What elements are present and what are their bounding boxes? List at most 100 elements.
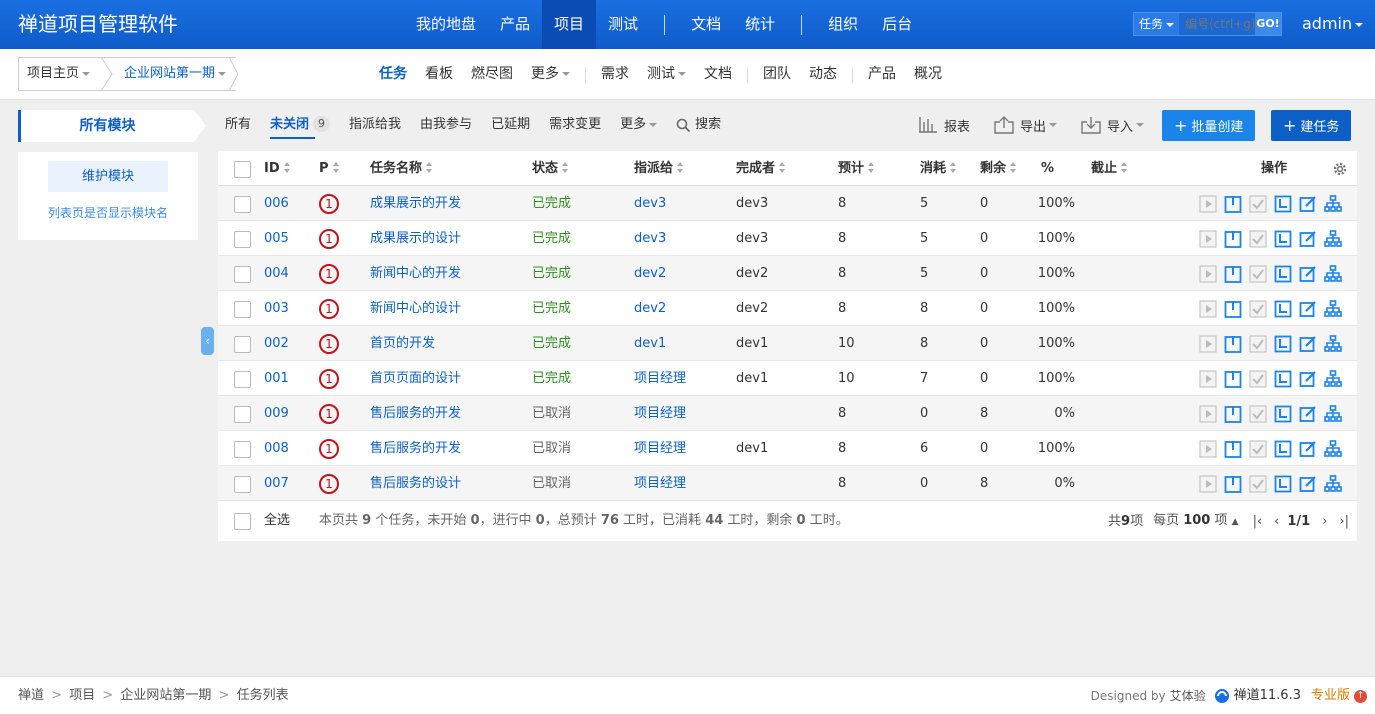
- search-type-select[interactable]: 任务: [1134, 13, 1179, 35]
- cell-assigned[interactable]: dev2: [634, 256, 666, 291]
- cell-assigned[interactable]: dev1: [634, 326, 666, 361]
- cell-assigned[interactable]: dev3: [634, 221, 666, 256]
- col-deadline[interactable]: 截止: [1091, 151, 1128, 186]
- start-icon[interactable]: [1195, 263, 1220, 284]
- export-button[interactable]: 导出: [994, 116, 1058, 135]
- create-task-button[interactable]: + 建任务: [1271, 110, 1352, 141]
- nav-product[interactable]: 产品: [488, 0, 542, 49]
- close-task-icon[interactable]: [1270, 263, 1295, 284]
- finish-icon[interactable]: [1245, 263, 1270, 284]
- tab-more[interactable]: 更多: [522, 49, 579, 100]
- edit-icon[interactable]: [1295, 438, 1320, 459]
- filter-unclosed[interactable]: 未关闭 9: [263, 108, 342, 142]
- subtask-icon[interactable]: [1320, 193, 1345, 214]
- cell-name[interactable]: 成果展示的设计: [370, 221, 461, 256]
- finish-icon[interactable]: [1245, 473, 1270, 494]
- row-checkbox[interactable]: [234, 476, 251, 493]
- edit-icon[interactable]: [1295, 193, 1320, 214]
- start-icon[interactable]: [1195, 298, 1220, 319]
- edit-icon[interactable]: [1295, 298, 1320, 319]
- close-task-icon[interactable]: [1270, 193, 1295, 214]
- module-tree-title[interactable]: 所有模块: [18, 110, 206, 142]
- record-hours-icon[interactable]: [1220, 193, 1245, 214]
- cell-name[interactable]: 首页的开发: [370, 326, 435, 361]
- select-all-label[interactable]: 全选: [264, 501, 290, 541]
- cell-id[interactable]: 009: [264, 396, 289, 431]
- cell-name[interactable]: 首页页面的设计: [370, 361, 461, 396]
- batch-create-button[interactable]: + 批量创建: [1162, 110, 1256, 141]
- subtask-icon[interactable]: [1320, 438, 1345, 459]
- cell-name[interactable]: 成果展示的开发: [370, 186, 461, 221]
- tab-overview[interactable]: 概况: [905, 49, 951, 100]
- maintain-module-button[interactable]: 维护模块: [48, 161, 168, 192]
- cell-id[interactable]: 003: [264, 291, 289, 326]
- close-task-icon[interactable]: [1270, 403, 1295, 424]
- col-pri[interactable]: P: [319, 151, 340, 186]
- record-hours-icon[interactable]: [1220, 438, 1245, 459]
- filter-story-changed[interactable]: 需求变更: [542, 108, 613, 142]
- close-task-icon[interactable]: [1270, 368, 1295, 389]
- close-task-icon[interactable]: [1270, 298, 1295, 319]
- start-icon[interactable]: [1195, 333, 1220, 354]
- nav-doc[interactable]: 文档: [679, 0, 733, 49]
- start-icon[interactable]: [1195, 438, 1220, 459]
- edit-icon[interactable]: [1295, 403, 1320, 424]
- finish-icon[interactable]: [1245, 193, 1270, 214]
- cell-id[interactable]: 006: [264, 186, 289, 221]
- sidebar-toggle[interactable]: ‹: [201, 327, 214, 355]
- col-status[interactable]: 状态: [532, 151, 569, 186]
- designer-link[interactable]: 艾体验: [1170, 677, 1206, 714]
- subtask-icon[interactable]: [1320, 473, 1345, 494]
- breadcrumb-project-name[interactable]: 企业网站第一期: [120, 688, 211, 703]
- col-estimate[interactable]: 预计: [838, 151, 875, 186]
- nav-my[interactable]: 我的地盘: [404, 0, 488, 49]
- first-page-icon[interactable]: |‹: [1253, 502, 1263, 542]
- row-checkbox[interactable]: [234, 196, 251, 213]
- select-all-checkbox[interactable]: [234, 513, 251, 530]
- tab-kanban[interactable]: 看板: [416, 49, 462, 100]
- start-icon[interactable]: [1195, 368, 1220, 389]
- select-all-checkbox-header[interactable]: [234, 161, 251, 178]
- start-icon[interactable]: [1195, 403, 1220, 424]
- filter-all[interactable]: 所有: [218, 108, 263, 142]
- row-checkbox[interactable]: [234, 266, 251, 283]
- nav-company[interactable]: 组织: [816, 0, 870, 49]
- col-id[interactable]: ID: [264, 151, 291, 186]
- cell-id[interactable]: 005: [264, 221, 289, 256]
- filter-involved[interactable]: 由我参与: [413, 108, 484, 142]
- start-icon[interactable]: [1195, 473, 1220, 494]
- tab-task[interactable]: 任务: [370, 49, 416, 100]
- close-task-icon[interactable]: [1270, 333, 1295, 354]
- col-left[interactable]: 剩余: [980, 151, 1017, 186]
- finish-icon[interactable]: [1245, 298, 1270, 319]
- finish-icon[interactable]: [1245, 438, 1270, 459]
- tab-team[interactable]: 团队: [754, 49, 800, 100]
- row-checkbox[interactable]: [234, 301, 251, 318]
- subtask-icon[interactable]: [1320, 263, 1345, 284]
- filter-more[interactable]: 更多: [613, 108, 669, 142]
- record-hours-icon[interactable]: [1220, 473, 1245, 494]
- edit-icon[interactable]: [1295, 263, 1320, 284]
- breadcrumb-project[interactable]: 项目: [69, 688, 95, 703]
- col-name[interactable]: 任务名称: [370, 151, 433, 186]
- edit-icon[interactable]: [1295, 473, 1320, 494]
- cell-id[interactable]: 008: [264, 431, 289, 466]
- cell-assigned[interactable]: 项目经理: [634, 396, 686, 431]
- finish-icon[interactable]: [1245, 333, 1270, 354]
- search-go-button[interactable]: GO!: [1255, 13, 1281, 35]
- gear-icon[interactable]: [1332, 161, 1348, 177]
- subtask-icon[interactable]: [1320, 368, 1345, 389]
- cell-name[interactable]: 新闻中心的设计: [370, 291, 461, 326]
- tab-product[interactable]: 产品: [859, 49, 905, 100]
- tab-burndown[interactable]: 燃尽图: [462, 49, 522, 100]
- breadcrumb-zentao[interactable]: 禅道: [18, 688, 44, 703]
- finish-icon[interactable]: [1245, 403, 1270, 424]
- tab-doc[interactable]: 文档: [695, 49, 741, 100]
- crumb-project-select[interactable]: 企业网站第一期: [108, 57, 236, 91]
- row-checkbox[interactable]: [234, 371, 251, 388]
- finish-icon[interactable]: [1245, 228, 1270, 249]
- prev-page-icon[interactable]: ‹: [1274, 502, 1279, 542]
- cell-assigned[interactable]: 项目经理: [634, 466, 686, 501]
- cell-id[interactable]: 007: [264, 466, 289, 501]
- subtask-icon[interactable]: [1320, 228, 1345, 249]
